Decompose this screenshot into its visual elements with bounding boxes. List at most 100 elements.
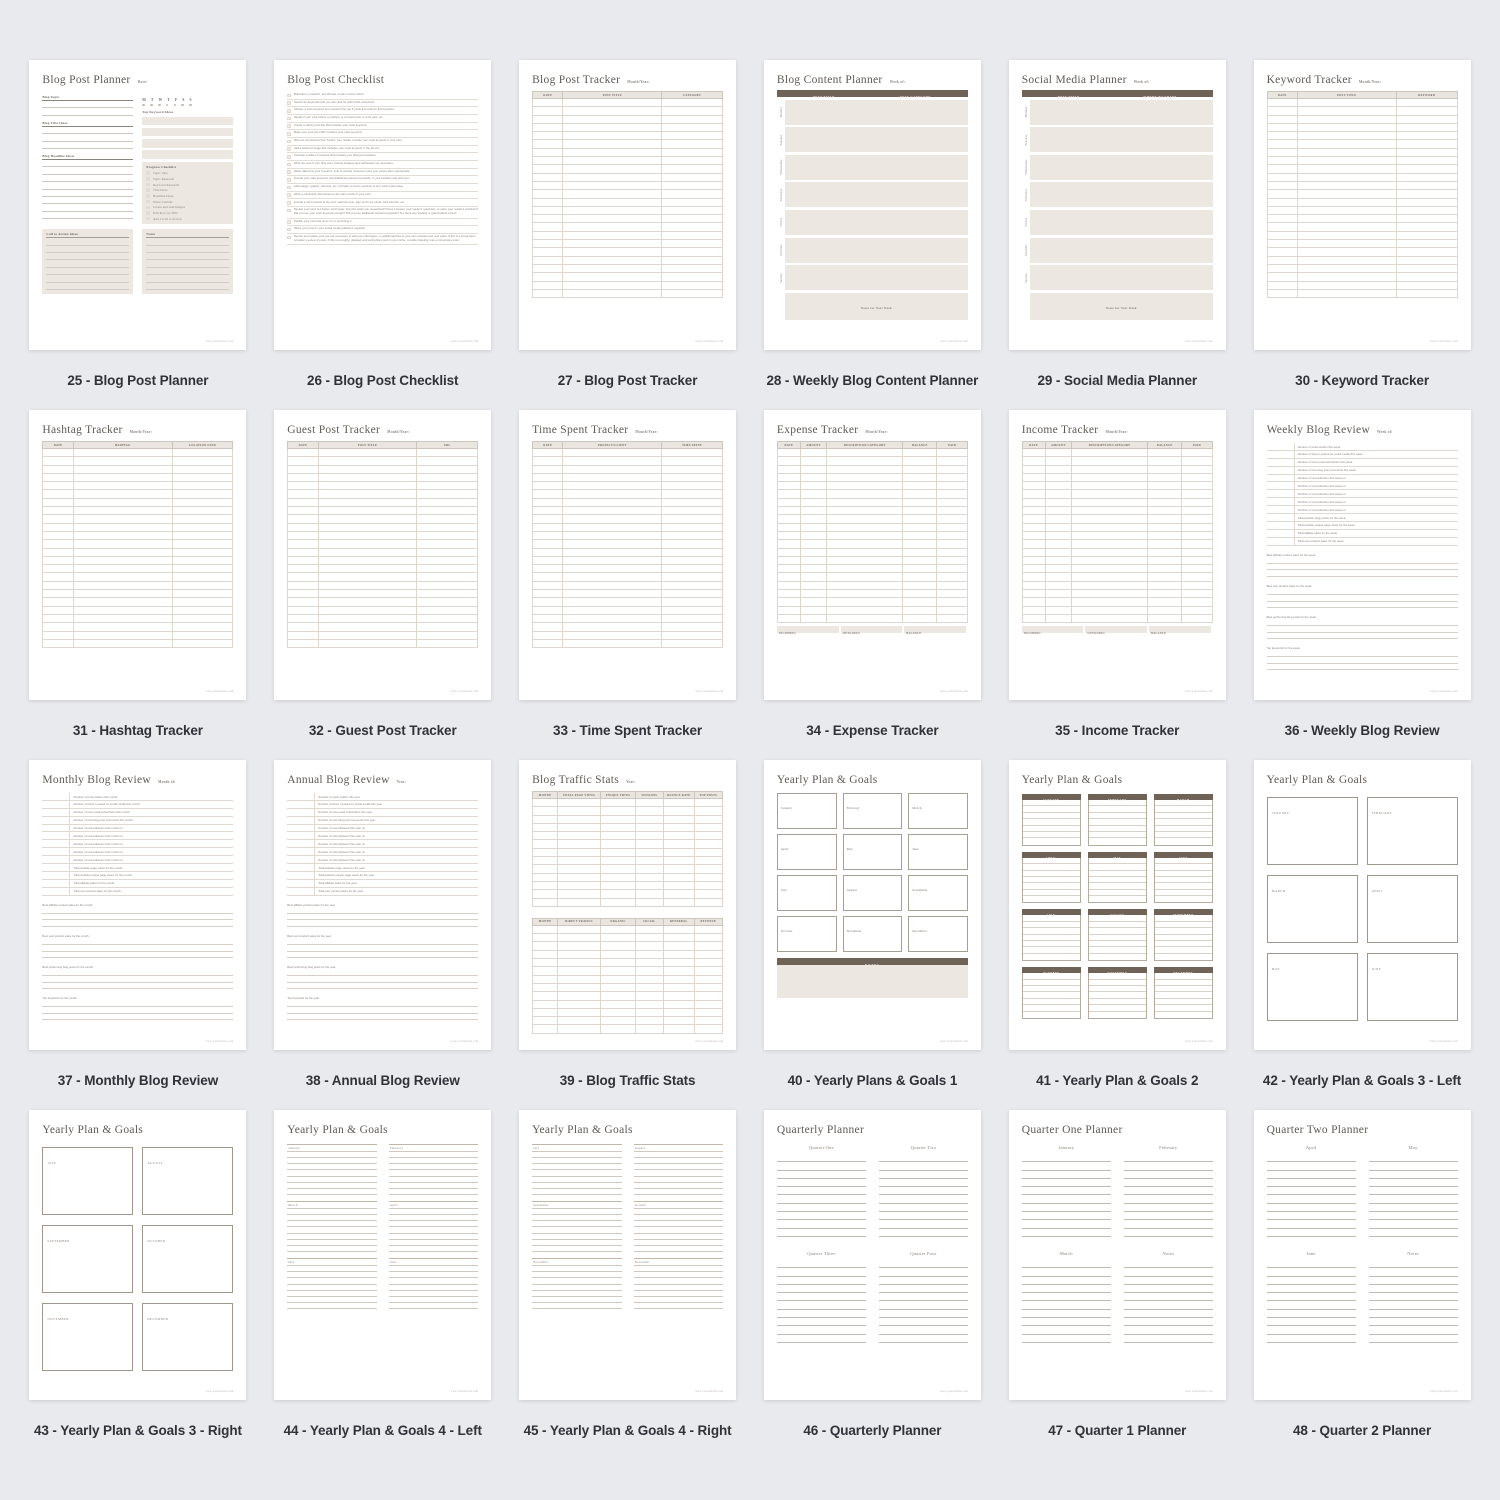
- table-cell[interactable]: [1044, 589, 1073, 599]
- table-cell[interactable]: [1044, 606, 1073, 615]
- table-cell[interactable]: [1181, 456, 1213, 466]
- table-cell[interactable]: [1181, 531, 1213, 541]
- write-line[interactable]: [1266, 1310, 1356, 1319]
- metric-value-field[interactable]: [1267, 482, 1295, 490]
- metric-value-field[interactable]: [1267, 514, 1295, 521]
- day-dot-icon[interactable]: [165, 103, 169, 107]
- checkbox-icon[interactable]: [287, 220, 291, 224]
- checkbox-icon[interactable]: [287, 139, 291, 144]
- table-cell[interactable]: [600, 898, 636, 907]
- page-thumbnail-39[interactable]: Blog Traffic Stats Year: MONTH TOTAL PAGE …: [519, 760, 737, 1050]
- table-cell[interactable]: [634, 983, 665, 993]
- table-cell[interactable]: [661, 231, 724, 241]
- table-cell[interactable]: [532, 156, 564, 166]
- table-row[interactable]: [1266, 115, 1458, 124]
- table-cell[interactable]: [42, 506, 74, 516]
- table-cell[interactable]: [171, 606, 234, 615]
- table-cell[interactable]: [287, 631, 319, 640]
- metric-value-field[interactable]: [287, 793, 316, 800]
- table-cell[interactable]: [72, 597, 173, 607]
- table-cell[interactable]: [1021, 606, 1046, 615]
- table-cell[interactable]: [562, 173, 663, 182]
- table-cell[interactable]: [600, 823, 636, 833]
- table-cell[interactable]: [634, 815, 665, 824]
- table-cell[interactable]: [287, 539, 319, 549]
- write-line[interactable]: [46, 260, 130, 268]
- table-cell[interactable]: [317, 506, 418, 516]
- table-cell[interactable]: [72, 498, 173, 508]
- page-thumbnail-25[interactable]: Blog Post Planner Date: Blog Topic Blog Ti…: [29, 60, 247, 350]
- table-cell[interactable]: [902, 614, 938, 624]
- table-row[interactable]: [532, 231, 724, 241]
- table-cell[interactable]: [661, 206, 724, 216]
- table-cell[interactable]: [72, 556, 173, 566]
- table-row[interactable]: [287, 581, 479, 591]
- table-cell[interactable]: [72, 622, 173, 632]
- table-cell[interactable]: [693, 941, 724, 951]
- table-cell[interactable]: [72, 564, 173, 574]
- table-cell[interactable]: [693, 991, 724, 1001]
- day-dot-icon[interactable]: [142, 103, 145, 107]
- table-cell[interactable]: [287, 548, 319, 557]
- table-cell[interactable]: [562, 564, 663, 574]
- table-cell[interactable]: [1044, 614, 1073, 624]
- table-row[interactable]: [532, 448, 724, 458]
- table-cell[interactable]: [776, 614, 801, 624]
- table-cell[interactable]: [1147, 572, 1183, 582]
- day-entry-field[interactable]: [784, 154, 968, 180]
- table-cell[interactable]: [1181, 548, 1213, 557]
- table-cell[interactable]: [532, 639, 564, 649]
- write-line[interactable]: [1123, 1220, 1213, 1229]
- table-row[interactable]: [532, 991, 724, 1001]
- table-row[interactable]: [532, 933, 724, 943]
- table-cell[interactable]: [287, 639, 319, 649]
- table-cell[interactable]: [556, 925, 602, 935]
- table-cell[interactable]: [663, 815, 695, 824]
- table-cell[interactable]: [171, 539, 234, 549]
- table-cell[interactable]: [42, 539, 74, 549]
- day-entry-field[interactable]: [1029, 209, 1213, 235]
- checkbox-icon[interactable]: [287, 185, 291, 190]
- metric-value-field[interactable]: [42, 808, 71, 816]
- page-card[interactable]: Quarter Two Planner April May June Notes…: [1242, 1110, 1482, 1460]
- checkbox-icon[interactable]: [287, 208, 291, 213]
- table-cell[interactable]: [1181, 498, 1213, 508]
- table-cell[interactable]: [634, 839, 665, 849]
- table-row[interactable]: [532, 831, 724, 841]
- table-row[interactable]: [532, 264, 724, 274]
- write-line[interactable]: [1089, 954, 1146, 960]
- table-cell[interactable]: [562, 131, 663, 141]
- write-line[interactable]: [146, 260, 230, 268]
- table-cell[interactable]: [1181, 589, 1213, 599]
- table-cell[interactable]: [663, 831, 695, 841]
- write-line[interactable]: [287, 1014, 479, 1021]
- table-cell[interactable]: [776, 581, 801, 591]
- table-row[interactable]: [532, 531, 724, 541]
- write-line[interactable]: [1123, 1260, 1213, 1269]
- write-line[interactable]: [42, 983, 234, 990]
- write-line[interactable]: [878, 1285, 968, 1294]
- metric-value-field[interactable]: [1267, 498, 1295, 506]
- table-cell[interactable]: [1266, 164, 1298, 174]
- table-row[interactable]: [776, 572, 968, 582]
- table-cell[interactable]: [287, 589, 319, 599]
- table-cell[interactable]: [1181, 597, 1213, 607]
- write-line[interactable]: [1266, 1195, 1356, 1204]
- table-cell[interactable]: [600, 925, 636, 935]
- table-row[interactable]: [287, 606, 479, 615]
- table-cell[interactable]: [562, 222, 663, 232]
- table-cell[interactable]: [1044, 548, 1073, 557]
- table-row[interactable]: [287, 523, 479, 532]
- table-cell[interactable]: [556, 1008, 602, 1018]
- write-line[interactable]: [1266, 1229, 1356, 1237]
- page-thumbnail-48[interactable]: Quarter Two Planner April May June Notes…: [1253, 1110, 1471, 1400]
- table-cell[interactable]: [72, 572, 173, 582]
- table-row[interactable]: [532, 983, 724, 993]
- table-cell[interactable]: [532, 239, 564, 249]
- write-line[interactable]: [1021, 1179, 1111, 1188]
- table-cell[interactable]: [600, 873, 636, 882]
- write-line[interactable]: [776, 1154, 866, 1163]
- table-row[interactable]: [776, 473, 968, 483]
- table-cell[interactable]: [663, 941, 695, 951]
- table-cell[interactable]: [1296, 115, 1397, 124]
